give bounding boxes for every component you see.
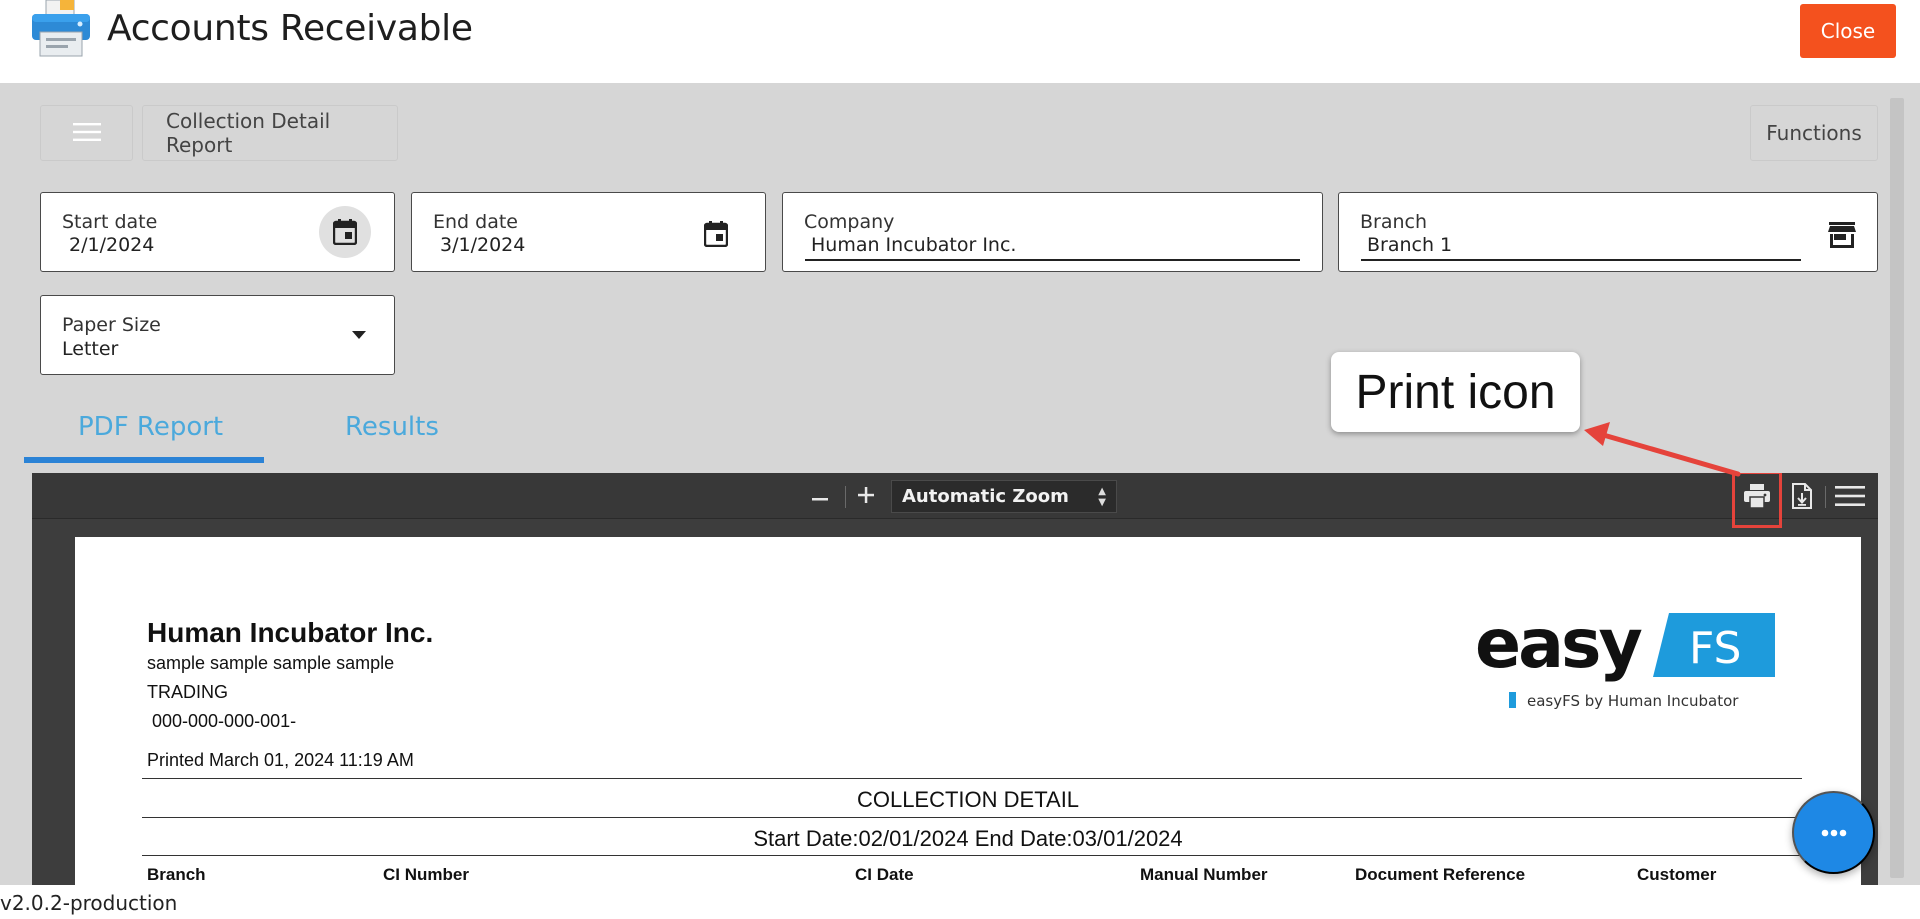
start-date-label: Start date <box>62 211 158 233</box>
easyfs-logo-badge: FS <box>1689 623 1741 674</box>
branch-underline <box>1361 259 1801 261</box>
annotation-callout: Print icon <box>1331 352 1580 432</box>
report-company-name: Human Incubator Inc. <box>147 617 434 648</box>
pdf-viewer: Automatic Zoom ▲ ▼ Human Incubator Inc. s… <box>32 473 1878 885</box>
tab-results[interactable]: Results <box>345 412 439 442</box>
active-tab-indicator <box>24 457 264 463</box>
toolbar-separator <box>845 486 846 508</box>
start-date-value[interactable]: 2/1/2024 <box>69 234 154 256</box>
calendar-icon[interactable] <box>702 220 730 248</box>
easyfs-logo-word: easy <box>1475 607 1642 684</box>
tab-pdf-report[interactable]: PDF Report <box>78 412 223 442</box>
tools-menu-icon <box>1835 485 1865 510</box>
branch-value[interactable]: Branch 1 <box>1367 234 1452 256</box>
hamburger-icon <box>72 122 101 145</box>
end-date-field[interactable]: End date 3/1/2024 <box>411 192 766 272</box>
footer: v2.0.2-production <box>0 885 1920 919</box>
company-field[interactable]: Company Human Incubator Inc. <box>782 192 1323 272</box>
report-rule <box>142 855 1802 856</box>
report-rule <box>142 778 1802 779</box>
zoom-value: Automatic Zoom <box>902 486 1069 507</box>
print-highlight-box <box>1732 473 1782 528</box>
end-date-value[interactable]: 3/1/2024 <box>440 234 525 256</box>
company-underline <box>805 259 1300 261</box>
report-rule <box>142 817 1802 818</box>
column-header-manual-number: Manual Number <box>1140 865 1268 884</box>
tools-menu-button[interactable] <box>1832 480 1868 514</box>
column-header-document-reference: Document Reference <box>1355 865 1526 884</box>
zoom-in-button[interactable] <box>850 481 882 511</box>
paper-size-label: Paper Size <box>62 314 161 336</box>
toolbar-separator <box>1825 486 1826 508</box>
close-button[interactable]: Close <box>1800 4 1896 58</box>
branch-label: Branch <box>1360 211 1428 233</box>
scrollbar-thumb[interactable] <box>1890 98 1904 878</box>
chat-dots-icon <box>1821 825 1847 840</box>
report-printed-date: Printed March 01, 2024 11:19 AM <box>147 750 414 770</box>
paper-size-select[interactable]: Paper Size Letter <box>40 295 395 375</box>
pdf-page: Human Incubator Inc. sample sample sampl… <box>75 537 1861 885</box>
report-title: COLLECTION DETAIL <box>856 787 1080 812</box>
easyfs-logo: easy FS easyFS by Human Incubator <box>1475 605 1775 717</box>
company-value[interactable]: Human Incubator Inc. <box>811 234 1016 256</box>
app-header: Accounts Receivable Close <box>0 0 1920 83</box>
download-icon <box>1792 482 1812 512</box>
version-label: v2.0.2-production <box>0 891 178 915</box>
download-button[interactable] <box>1786 480 1818 514</box>
minus-icon <box>812 489 828 504</box>
report-address: sample sample sample sample <box>147 653 395 673</box>
paper-size-value[interactable]: Letter <box>62 338 118 360</box>
column-header-branch: Branch <box>147 865 206 884</box>
start-date-field[interactable]: Start date 2/1/2024 <box>40 192 395 272</box>
zoom-out-button[interactable] <box>804 481 836 511</box>
report-business-type: TRADING <box>147 682 228 702</box>
easyfs-logo-tagline: easyFS by Human Incubator <box>1527 692 1739 710</box>
app-title: Accounts Receivable <box>107 8 473 49</box>
column-header-ci-date: CI Date <box>855 865 914 884</box>
column-header-ci-number: CI Number <box>383 865 469 884</box>
end-date-label: End date <box>433 211 518 233</box>
dropdown-arrow-icon[interactable] <box>351 329 367 341</box>
report-date-range: Start Date:02/01/2024 End Date:03/01/202… <box>753 826 1183 851</box>
calendar-icon[interactable] <box>319 206 371 258</box>
pdf-toolbar: Automatic Zoom ▲ ▼ <box>32 473 1878 528</box>
report-tin: 000-000-000-001- <box>147 711 297 731</box>
menu-button[interactable] <box>40 105 133 161</box>
chat-button[interactable] <box>1792 791 1875 874</box>
column-header-customer: Customer <box>1637 865 1717 884</box>
select-arrows-icon: ▲ ▼ <box>1098 486 1106 508</box>
store-icon[interactable] <box>1827 221 1857 249</box>
zoom-select[interactable]: Automatic Zoom ▲ ▼ <box>891 480 1117 513</box>
branch-field[interactable]: Branch Branch 1 <box>1338 192 1878 272</box>
plus-icon <box>858 486 874 506</box>
functions-button[interactable]: Functions <box>1750 105 1878 161</box>
breadcrumb: Collection Detail Report <box>142 105 398 161</box>
company-label: Company <box>804 211 895 233</box>
printer-logo-icon <box>30 0 92 58</box>
